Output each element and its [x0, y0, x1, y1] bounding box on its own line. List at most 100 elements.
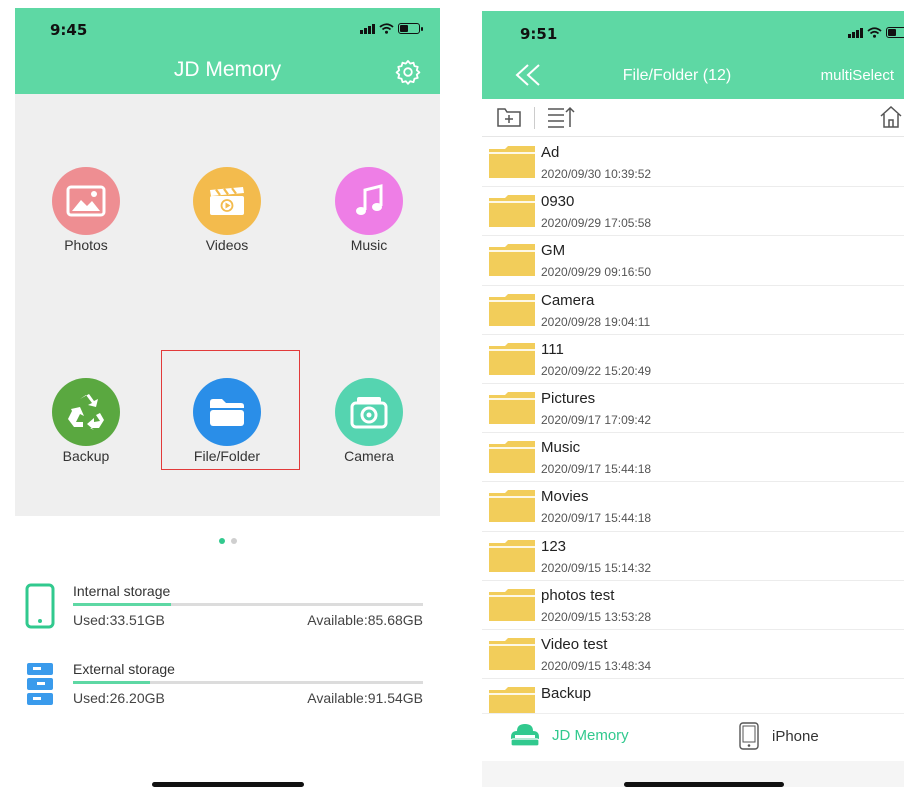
tab-jd-memory-label: JD Memory: [552, 726, 629, 744]
external-storage-used: Used:26.20GB: [73, 690, 165, 706]
internal-storage-panel[interactable]: Internal storage Used:33.51GB Available:…: [25, 583, 425, 643]
folder-date: 2020/09/15 13:48:34: [541, 658, 652, 673]
cellular-signal-icon: [360, 23, 375, 34]
videos-label: Videos: [205, 237, 249, 253]
folder-name: GM: [541, 242, 566, 260]
new-folder-icon[interactable]: [496, 105, 522, 129]
jd-memory-home-screen: 9:45 JD Memory Photos Videos Music Backu…: [15, 8, 440, 787]
folder-name: 123: [541, 537, 567, 555]
home-indicator[interactable]: [624, 782, 784, 787]
folder-date: 2020/09/15 15:14:32: [541, 560, 652, 575]
folder-icon: [489, 441, 535, 474]
cloud-drive-icon: [510, 724, 540, 747]
server-icon: [27, 663, 53, 705]
external-storage-name: External storage: [73, 661, 175, 677]
folder-name: Video test: [541, 635, 608, 653]
home-header: 9:45 JD Memory: [15, 8, 440, 94]
internal-storage-name: Internal storage: [73, 583, 171, 599]
folder-date: 2020/09/17 15:44:18: [541, 462, 652, 477]
internal-storage-bar: [73, 603, 423, 606]
folder-name: photos test: [541, 586, 615, 604]
folder-name: 0930: [541, 193, 575, 211]
home-icon[interactable]: [878, 105, 904, 129]
folder-row[interactable]: photos test 2020/09/15 13:53:28: [482, 581, 904, 630]
camera-app[interactable]: Camera: [309, 378, 429, 464]
folder-icon: [489, 146, 535, 178]
folder-date: 2020/09/17 17:09:42: [541, 412, 652, 427]
folder-icon: [489, 588, 535, 621]
folder-name: 111: [541, 340, 564, 358]
external-storage-available: Available:91.54GB: [307, 690, 423, 706]
folder-icon: [489, 244, 535, 277]
folder-row[interactable]: Pictures 2020/09/17 17:09:42: [482, 384, 904, 434]
file-folder-header: 9:51 File/Folder (12) multiSelect: [482, 11, 904, 99]
folder-list[interactable]: Ad 2020/09/30 10:39:52 0930 2020/09/29 17:0…: [482, 138, 904, 713]
camera-label: Camera: [344, 448, 394, 464]
folder-date: 2020/09/30 10:39:52: [541, 167, 652, 181]
tab-jd-memory[interactable]: JD Memory: [508, 722, 629, 748]
folder-name: Camera: [541, 291, 595, 309]
home-indicator[interactable]: [152, 782, 304, 787]
folder-row[interactable]: GM 2020/09/29 09:16:50: [482, 236, 904, 286]
battery-icon: [886, 27, 904, 38]
recycle-icon: [68, 394, 104, 430]
selection-highlight-box: [161, 350, 300, 470]
gear-icon[interactable]: [395, 59, 421, 85]
folder-date: 2020/09/22 15:20:49: [541, 363, 652, 378]
page-dot-active[interactable]: [218, 538, 225, 544]
external-storage-panel[interactable]: External storage Used:26.20GB Available:…: [25, 661, 425, 721]
page-dot[interactable]: [230, 538, 237, 544]
bottom-tab-bar: JD Memory iPhone: [482, 713, 904, 761]
toolbar-divider: [534, 107, 535, 129]
backup-label: Backup: [62, 448, 110, 464]
folder-row[interactable]: Camera 2020/09/28 19:04:11: [482, 286, 904, 335]
folder-row[interactable]: Video test 2020/09/15 13:48:34: [482, 630, 904, 680]
folder-icon: [489, 637, 535, 670]
folder-date: 2020/09/15 13:53:28: [541, 609, 652, 624]
folder-icon: [489, 195, 535, 228]
folder-date: 2020/09/29 17:05:58: [541, 216, 652, 231]
folder-row[interactable]: 111 2020/09/22 15:20:49: [482, 335, 904, 384]
folder-row[interactable]: Movies 2020/09/17 15:44:18: [482, 482, 904, 532]
battery-icon: [398, 23, 423, 34]
tab-iphone[interactable]: iPhone: [736, 722, 819, 750]
iphone-icon: [739, 722, 759, 750]
music-app[interactable]: Music: [309, 167, 429, 253]
photos-label: Photos: [64, 237, 108, 253]
multiselect-button[interactable]: multiSelect: [821, 67, 894, 84]
status-time: 9:51: [520, 25, 558, 43]
internal-storage-used: Used:33.51GB: [73, 612, 165, 628]
folder-row[interactable]: Ad 2020/09/30 10:39:52: [482, 138, 904, 188]
folder-row[interactable]: Music 2020/09/17 15:44:18: [482, 433, 904, 483]
external-storage-bar: [73, 681, 423, 684]
backup-app[interactable]: Backup: [26, 378, 146, 464]
folder-name: Ad: [541, 144, 560, 161]
folder-row[interactable]: 0930 2020/09/29 17:05:58: [482, 187, 904, 237]
tab-iphone-label: iPhone: [772, 727, 819, 745]
folder-name: Movies: [541, 488, 589, 506]
folder-name: Music: [541, 439, 581, 457]
folder-icon: [489, 391, 535, 424]
clapperboard-icon: [210, 187, 244, 215]
internal-storage-available: Available:85.68GB: [307, 612, 423, 628]
videos-app[interactable]: Videos: [167, 167, 287, 253]
page-indicator[interactable]: [15, 531, 440, 549]
folder-date: 2020/09/29 09:16:50: [541, 265, 652, 280]
file-folder-screen: 9:51 File/Folder (12) multiSelect Ad 2020…: [482, 11, 904, 787]
status-indicators: [848, 27, 904, 38]
app-title: JD Memory: [173, 58, 282, 81]
photos-app[interactable]: Photos: [26, 167, 146, 253]
folder-row[interactable]: 123 2020/09/15 15:14:32: [482, 532, 904, 581]
screen-title: File/Folder (12): [622, 67, 732, 84]
wifi-icon: [379, 23, 394, 34]
sort-icon[interactable]: [546, 105, 576, 129]
phone-icon: [25, 583, 55, 629]
photo-icon: [66, 185, 106, 217]
folder-icon: [489, 490, 535, 523]
file-toolbar: [482, 99, 904, 137]
folder-row[interactable]: Backup: [482, 679, 904, 713]
status-time: 9:45: [50, 21, 88, 39]
cellular-signal-icon: [848, 27, 863, 38]
folder-icon: [489, 293, 535, 326]
folder-icon: [489, 342, 535, 375]
